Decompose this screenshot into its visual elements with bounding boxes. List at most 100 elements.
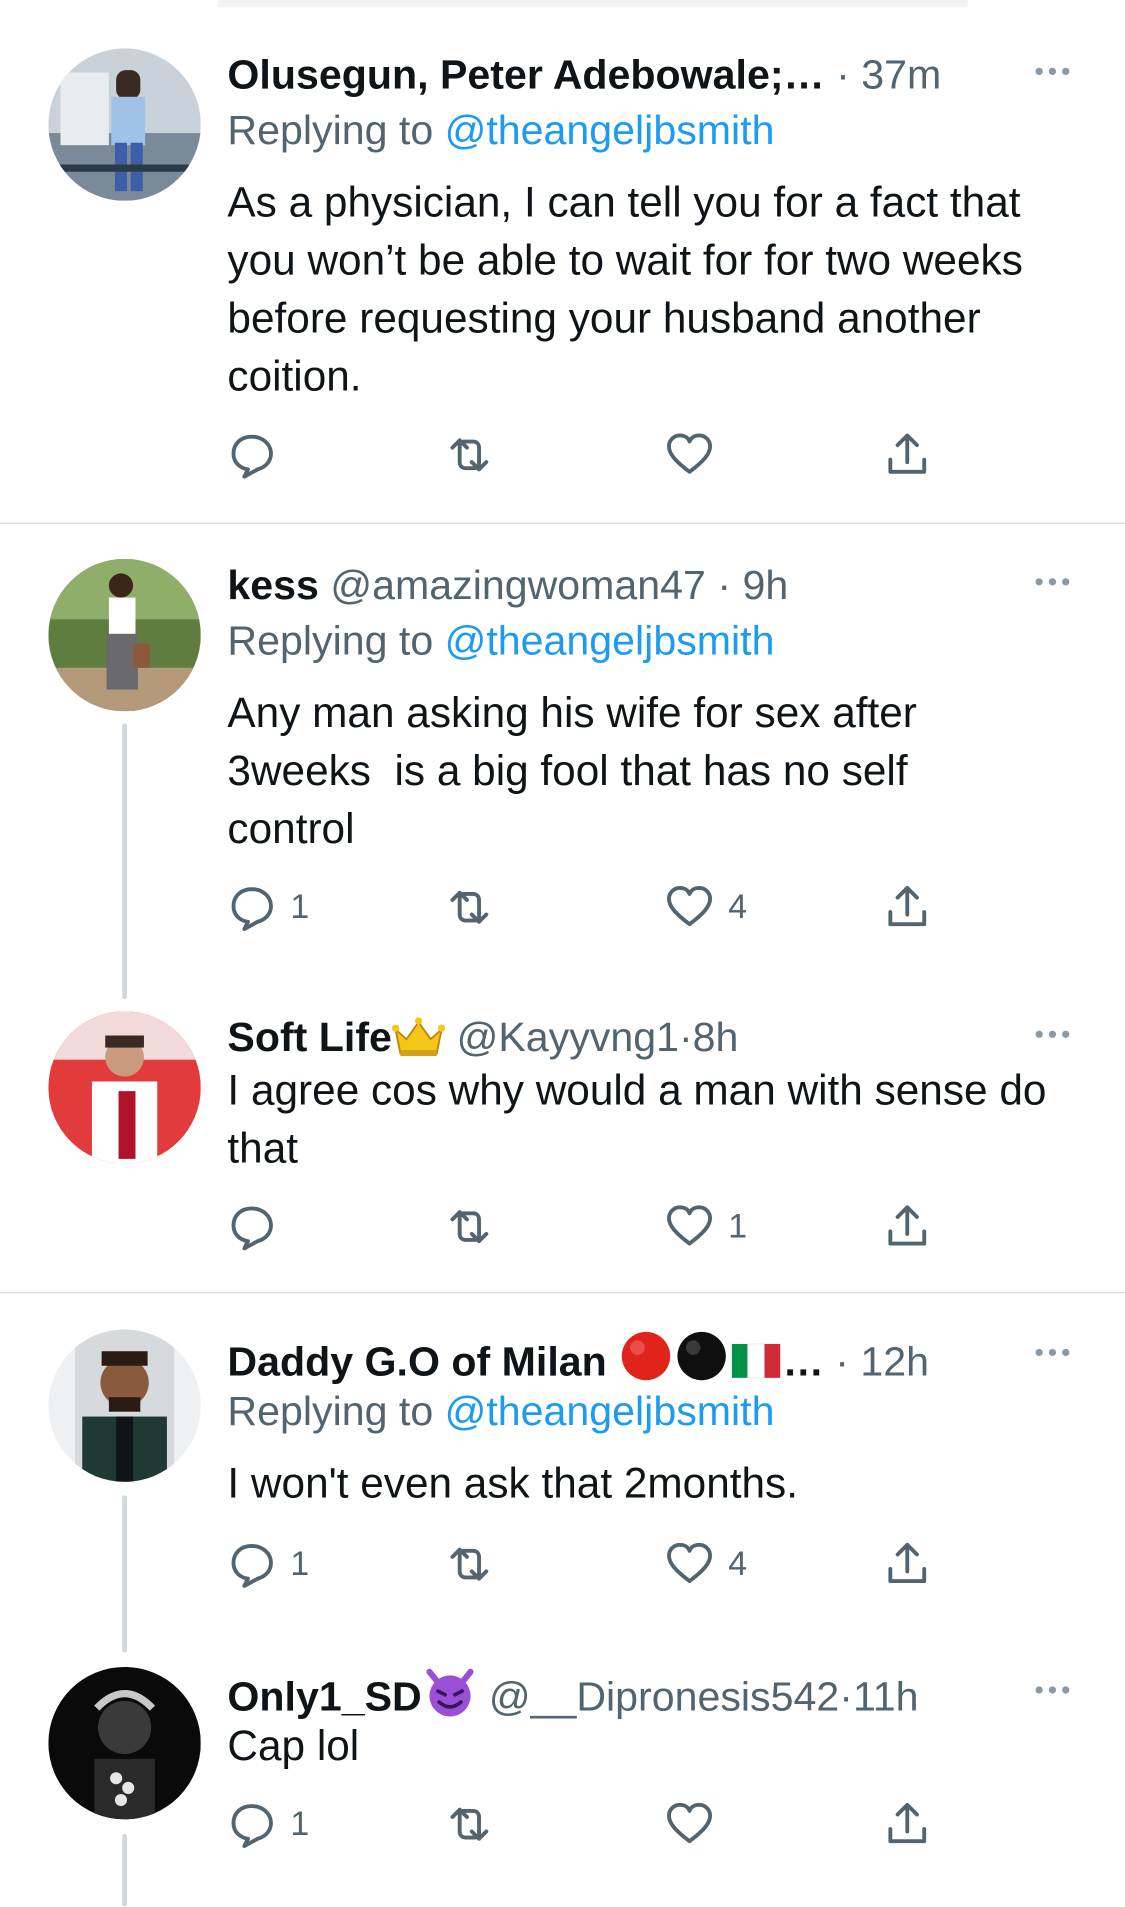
share-icon xyxy=(888,1542,927,1584)
like-count: 1 xyxy=(728,1207,748,1245)
reply-count: 1 xyxy=(290,1544,310,1583)
like-button[interactable]: 4 xyxy=(665,1540,747,1588)
like-button[interactable]: 4 xyxy=(665,883,747,931)
tweet-header: Only1_SD @__Dipronesis542·11h xyxy=(227,1667,1076,1720)
tweet-header: Daddy G.O of Milan … · 12h xyxy=(227,1329,1076,1386)
timestamp[interactable]: 37m xyxy=(861,52,941,98)
retweet-button[interactable] xyxy=(445,883,493,931)
display-name[interactable]: Daddy G.O of Milan xyxy=(227,1339,606,1385)
avatar-photo xyxy=(48,48,201,201)
retweet-button[interactable] xyxy=(445,431,493,479)
tweet-thread: Olusegun, Peter Adebowale;… · 37m Replyi… xyxy=(0,0,1125,1907)
like-icon xyxy=(667,1802,713,1844)
share-button[interactable] xyxy=(883,1202,931,1250)
tweet-text: Any man asking his wife for sex after 3w… xyxy=(227,689,929,853)
display-name[interactable]: Only1_SD xyxy=(227,1674,421,1720)
share-icon xyxy=(888,433,927,474)
retweet-button[interactable] xyxy=(445,1540,493,1588)
more-icon[interactable] xyxy=(1028,1016,1076,1052)
user-handle[interactable]: @amazingwoman47 xyxy=(330,563,706,609)
timestamp[interactable]: 9h xyxy=(742,563,788,609)
thread-line xyxy=(122,1495,128,1653)
separator-dot: · xyxy=(717,562,732,609)
black-circle-icon xyxy=(677,1331,726,1381)
retweet-icon xyxy=(450,1807,489,1841)
avatar-photo xyxy=(48,558,201,712)
tweet-text: I won't even ask that 2months. xyxy=(227,1460,799,1508)
replying-to: Replying to @theangeljbsmith xyxy=(227,1385,774,1438)
share-icon xyxy=(888,1802,927,1844)
tweet-text: As a physician, I can tell you for a fac… xyxy=(227,179,1035,401)
replying-prefix: Replying to xyxy=(227,1388,445,1435)
display-name[interactable]: Soft Life xyxy=(227,1015,392,1061)
reply-button[interactable]: 1 xyxy=(227,1800,309,1848)
separator-dot: · xyxy=(836,52,850,98)
reply-icon xyxy=(231,1544,273,1588)
tweet-actions: 1 4 xyxy=(227,1540,977,1588)
avatar[interactable] xyxy=(48,48,201,201)
avatar[interactable] xyxy=(48,1666,201,1820)
separator-dot: · xyxy=(678,1014,693,1061)
reply-button[interactable]: 1 xyxy=(227,1540,309,1588)
share-button[interactable] xyxy=(883,431,931,479)
display-name[interactable]: Olusegun, Peter Adebowale;… xyxy=(227,52,824,98)
retweet-icon xyxy=(450,1210,489,1244)
more-icon[interactable] xyxy=(1028,53,1076,89)
retweet-icon xyxy=(450,1547,489,1581)
user-handle[interactable]: @Kayyvng1 xyxy=(457,1015,679,1061)
replying-prefix: Replying to xyxy=(227,107,445,154)
retweet-button[interactable] xyxy=(445,1202,493,1250)
mention-link[interactable]: @theangeljbsmith xyxy=(445,108,775,154)
timestamp[interactable]: 8h xyxy=(693,1015,739,1061)
tweet-divider xyxy=(0,522,1125,524)
share-button[interactable] xyxy=(883,1540,931,1588)
reply-icon xyxy=(231,434,273,479)
avatar[interactable] xyxy=(48,1329,201,1482)
name-ellipsis: … xyxy=(782,1339,824,1386)
devil-face-icon xyxy=(425,1668,474,1717)
more-icon[interactable] xyxy=(1028,1672,1076,1708)
avatar-photo xyxy=(48,1011,201,1164)
italy-flag-icon xyxy=(731,1343,781,1379)
reply-icon xyxy=(231,1804,273,1848)
crown-icon xyxy=(391,1017,446,1057)
mention-link[interactable]: @theangeljbsmith xyxy=(445,1389,775,1435)
share-icon xyxy=(888,1205,927,1246)
thread-line xyxy=(122,1833,128,1907)
like-button[interactable]: 1 xyxy=(665,1202,747,1250)
avatar[interactable] xyxy=(48,1011,201,1164)
like-button[interactable] xyxy=(665,431,728,479)
tweet-actions: 1 xyxy=(227,1800,977,1848)
mention-link[interactable]: @theangeljbsmith xyxy=(445,618,775,664)
reply-count: 1 xyxy=(290,887,310,926)
timestamp[interactable]: 12h xyxy=(860,1339,929,1385)
replying-to: Replying to @theangeljbsmith xyxy=(227,615,774,668)
avatar[interactable] xyxy=(48,558,201,712)
separator-dot: · xyxy=(835,1339,849,1386)
tweet-header: Soft Life @Kayyvng1·8h xyxy=(227,1011,1076,1064)
avatar-photo xyxy=(48,1666,201,1820)
more-icon[interactable] xyxy=(1028,1334,1076,1370)
user-handle[interactable]: @__Dipronesis542 xyxy=(489,1674,839,1720)
like-button[interactable] xyxy=(665,1800,728,1848)
retweet-button[interactable] xyxy=(445,1800,493,1848)
reply-button[interactable] xyxy=(227,431,290,479)
tweet-actions: 1 4 xyxy=(227,883,977,931)
replying-to: Replying to @theangeljbsmith xyxy=(227,104,774,157)
like-icon xyxy=(667,1205,713,1246)
display-name[interactable]: kess xyxy=(227,563,319,609)
more-icon[interactable] xyxy=(1028,564,1076,600)
reply-count: 1 xyxy=(290,1804,310,1843)
share-button[interactable] xyxy=(883,883,931,931)
timestamp[interactable]: 11h xyxy=(853,1674,919,1720)
replying-prefix: Replying to xyxy=(227,618,445,665)
tweet-header: Olusegun, Peter Adebowale;… · 37m xyxy=(227,48,1076,101)
share-button[interactable] xyxy=(883,1800,931,1848)
reply-button[interactable] xyxy=(227,1202,290,1251)
like-count: 4 xyxy=(728,1544,748,1583)
like-count: 4 xyxy=(728,887,748,926)
reply-icon xyxy=(231,887,273,931)
reply-button[interactable]: 1 xyxy=(227,883,309,931)
separator-dot: · xyxy=(839,1674,853,1721)
retweet-icon xyxy=(450,438,489,472)
